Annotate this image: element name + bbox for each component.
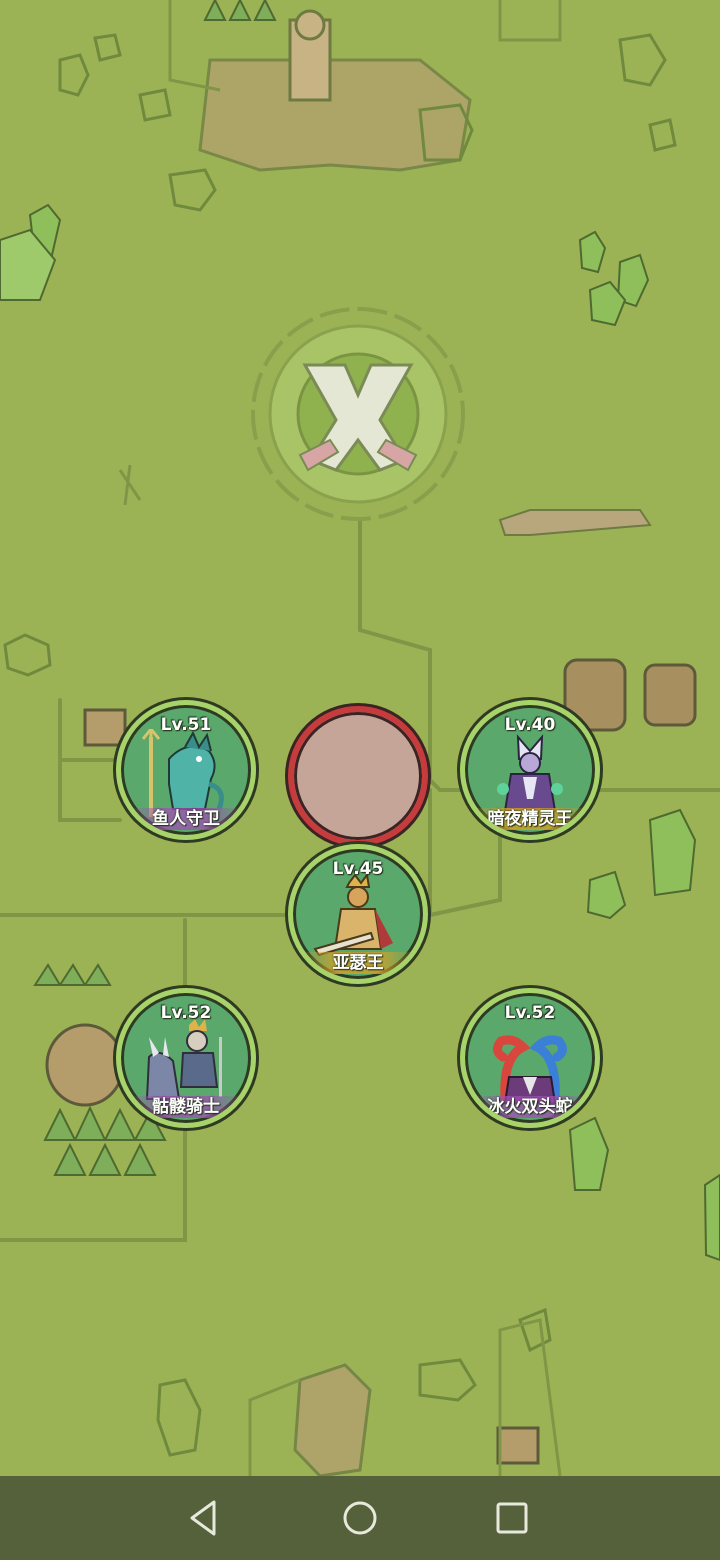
boss-name: 鱼人守卫 xyxy=(129,808,243,830)
boss-level: Lv.51 xyxy=(160,715,212,735)
recents-square-icon[interactable] xyxy=(492,1498,532,1538)
system-nav-bar xyxy=(0,1476,720,1560)
boss-name: 暗夜精灵王 xyxy=(473,808,587,830)
home-circle-icon[interactable] xyxy=(340,1498,380,1538)
boss-node-ice-fire-hydra[interactable]: Lv.52 冰火双头蛇 xyxy=(460,988,600,1128)
boss-name: 亚瑟王 xyxy=(301,952,415,974)
boss-node-king-arthur[interactable]: Lv.45 亚瑟王 xyxy=(288,844,428,984)
boss-name: 冰火双头蛇 xyxy=(473,1096,587,1118)
night-elf-king-portrait xyxy=(497,734,563,812)
fishman-guard-portrait xyxy=(141,729,224,817)
boss-node-night-elf-king[interactable]: Lv.40 暗夜精灵王 xyxy=(460,700,600,840)
boss-level: Lv.52 xyxy=(160,1003,212,1023)
boss-node-skeleton-knight[interactable]: Lv.52 骷髅骑士 xyxy=(116,988,256,1128)
ice-fire-hydra-portrait xyxy=(493,1035,567,1104)
boss-level: Lv.45 xyxy=(332,859,384,879)
crossed-swords-icon xyxy=(251,307,465,521)
boss-level: Lv.52 xyxy=(504,1003,556,1023)
back-triangle-icon[interactable] xyxy=(186,1498,226,1538)
boss-node-empty[interactable] xyxy=(288,706,428,846)
boss-level: Lv.40 xyxy=(504,715,556,735)
boss-name: 骷髅骑士 xyxy=(129,1096,243,1118)
king-arthur-portrait xyxy=(313,873,393,957)
boss-node-fishman-guard[interactable]: Lv.51 鱼人守卫 xyxy=(116,700,256,840)
skeleton-knight-portrait xyxy=(145,1019,222,1100)
